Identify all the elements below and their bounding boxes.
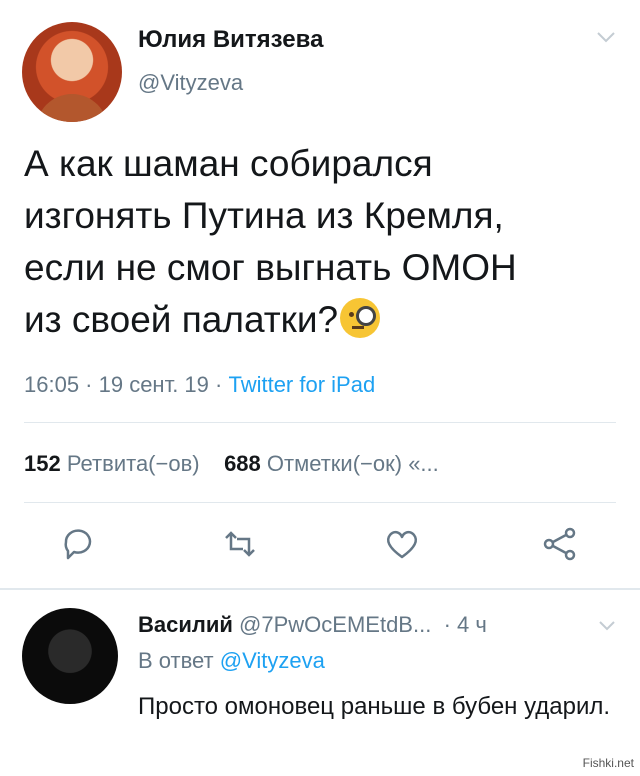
tweet-source[interactable]: Twitter for iPad xyxy=(228,372,375,397)
tweet-actions xyxy=(0,524,640,564)
tweet-stats: 152 Ретвита(−ов) 688 Отметки(−ок) «... xyxy=(24,451,439,477)
reply-tweet: Василий @7PwOcEMEtdB... · 4 ч В ответ @V… xyxy=(0,592,640,776)
share-icon[interactable] xyxy=(540,524,580,564)
retweets-stat[interactable]: 152 Ретвита(−ов) xyxy=(24,451,200,476)
reply-icon[interactable] xyxy=(58,524,98,564)
reply-text: Просто омоновец раньше в бубен ударил. xyxy=(138,693,611,720)
watermark: Fishki.net xyxy=(582,756,634,770)
chevron-down-icon[interactable] xyxy=(598,620,616,632)
in-reply-prefix: В ответ xyxy=(138,648,220,673)
author-name[interactable]: Юлия Витязева xyxy=(138,26,323,54)
avatar-shirt xyxy=(36,94,108,122)
tweet-text: А как шаман собирался изгонять Путина из… xyxy=(24,138,624,346)
in-reply-mention[interactable]: @Vityzeva xyxy=(220,648,325,673)
reply-author-name[interactable]: Василий xyxy=(138,612,233,637)
tweet-text-line: из своей палатки? xyxy=(24,294,624,346)
divider xyxy=(24,422,616,423)
face-with-monocle-icon xyxy=(340,298,381,338)
tweet-text-line: изгонять Путина из Кремля, xyxy=(24,195,504,236)
retweets-label: Ретвита(−ов) xyxy=(66,451,200,476)
in-reply-to: В ответ @Vityzeva xyxy=(138,648,325,674)
likes-count: 688 xyxy=(224,451,261,476)
main-tweet: Юлия Витязева @Vityzeva А как шаман соби… xyxy=(0,0,640,590)
tweet-text-line-end: из своей палатки? xyxy=(24,299,339,340)
author-handle[interactable]: @Vityzeva xyxy=(138,70,243,96)
reply-time[interactable]: · 4 ч xyxy=(444,612,487,637)
divider xyxy=(24,502,616,503)
tweet-meta: 16:05 · 19 сент. 19 · Twitter for iPad xyxy=(24,372,375,398)
chevron-down-icon[interactable] xyxy=(596,30,616,44)
avatar[interactable] xyxy=(22,22,122,122)
likes-stat[interactable]: 688 Отметки(−ок) «... xyxy=(224,451,439,476)
reply-header: Василий @7PwOcEMEtdB... · 4 ч xyxy=(138,612,487,638)
reply-author-handle[interactable]: @7PwOcEMEtdB... xyxy=(239,612,431,637)
retweets-count: 152 xyxy=(24,451,61,476)
tweet-text-line: если не смог выгнать ОМОН xyxy=(24,247,517,288)
like-icon[interactable] xyxy=(382,524,422,564)
tweet-text-line: А как шаман собирался xyxy=(24,143,433,184)
retweet-icon[interactable] xyxy=(220,524,260,564)
reply-avatar[interactable] xyxy=(22,608,118,704)
likes-label: Отметки(−ок) «... xyxy=(266,451,439,476)
tweet-separator xyxy=(0,588,640,590)
tweet-timestamp[interactable]: 16:05 · 19 сент. 19 · xyxy=(24,372,228,397)
